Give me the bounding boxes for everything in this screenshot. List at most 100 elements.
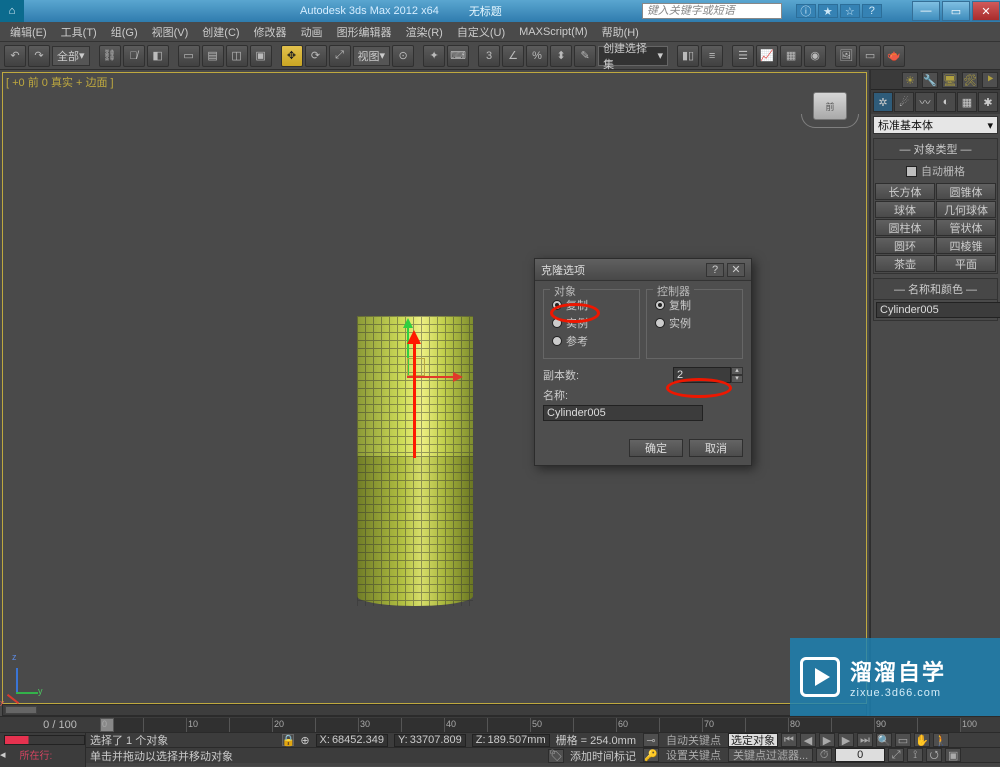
bind-icon[interactable]: ◧	[147, 45, 169, 67]
menu-modifiers[interactable]: 修改器	[248, 22, 293, 42]
category-dropdown[interactable]: 标准基本体▾	[873, 116, 998, 134]
material-icon[interactable]: ◉	[804, 45, 826, 67]
help-icon[interactable]: ?	[862, 4, 882, 18]
menu-views[interactable]: 视图(V)	[146, 22, 195, 42]
nav-max-icon[interactable]: ▣	[945, 748, 961, 762]
menu-animation[interactable]: 动画	[295, 22, 329, 42]
cancel-button[interactable]: 取消	[689, 439, 743, 457]
redo-icon[interactable]: ↷	[28, 45, 50, 67]
manipulate-icon[interactable]: ✦	[423, 45, 445, 67]
edit-named-icon[interactable]: ✎	[574, 45, 596, 67]
cylinder-object[interactable]	[357, 316, 473, 606]
btn-torus[interactable]: 圆环	[875, 237, 935, 254]
nav-orbit-icon[interactable]: ⭯	[926, 748, 942, 762]
nav-fov-icon[interactable]: ⟟	[907, 748, 923, 762]
btn-geosphere[interactable]: 几何球体	[936, 201, 996, 218]
rollout-header-name[interactable]: — 名称和颜色 —	[874, 279, 997, 300]
btn-cone[interactable]: 圆锥体	[936, 183, 996, 200]
copies-input[interactable]	[673, 367, 731, 383]
select-filter[interactable]: 全部 ▾	[52, 46, 90, 66]
goto-start-icon[interactable]: ⏮	[781, 733, 797, 747]
monitor-icon[interactable]: 🖥	[942, 72, 958, 88]
spinner-snap-icon[interactable]: ⬍	[550, 45, 572, 67]
tab-motion[interactable]: ◐	[936, 92, 956, 112]
schematic-icon[interactable]: ▦	[780, 45, 802, 67]
play-icon[interactable]: ▶	[819, 733, 835, 747]
star-icon[interactable]: ★	[818, 4, 838, 18]
autogrid-check[interactable]: 自动栅格	[874, 160, 997, 182]
goto-end-icon[interactable]: ⏭	[857, 733, 873, 747]
btn-teapot[interactable]: 茶壶	[875, 255, 935, 272]
mirror-icon[interactable]: ▮▯	[677, 45, 699, 67]
menu-rendering[interactable]: 渲染(R)	[400, 22, 449, 42]
nav-zoomall-icon[interactable]: ⤢	[888, 748, 904, 762]
ref-coord[interactable]: 视图 ▾	[353, 46, 391, 66]
object-name-input[interactable]	[876, 302, 1000, 318]
render-frame-icon[interactable]: ▭	[859, 45, 881, 67]
help-search[interactable]: 键入关键字或短语	[642, 3, 782, 19]
tab-hierarchy[interactable]: 〰	[915, 92, 935, 112]
curve-editor-icon[interactable]: 📈	[756, 45, 778, 67]
minimize-button[interactable]: —	[912, 1, 940, 21]
radio-ctrl-instance[interactable]: 实例	[655, 314, 734, 332]
app-logo[interactable]: ⌂	[0, 0, 24, 22]
unlink-icon[interactable]: ⛓̸	[123, 45, 145, 67]
time-slider-track[interactable]: 0102030405060708090100	[100, 718, 960, 732]
window-crossing-icon[interactable]: ▣	[250, 45, 272, 67]
rollout-header[interactable]: — 对象类型 —	[874, 139, 997, 160]
lock-icon[interactable]: 🔒	[282, 734, 294, 746]
scale-icon[interactable]: ⤢	[329, 45, 351, 67]
percent-snap-icon[interactable]: %	[526, 45, 548, 67]
dialog-help-button[interactable]: ?	[706, 263, 724, 277]
tag-icon[interactable]: 🏷	[548, 749, 564, 763]
setkey-icon[interactable]: 🔑	[643, 748, 659, 762]
ok-button[interactable]: 确定	[629, 439, 683, 457]
expand-icon[interactable]: ⯈	[982, 72, 998, 88]
btn-tube[interactable]: 管状体	[936, 219, 996, 236]
named-sel-set[interactable]: 创建选择集▾	[598, 46, 668, 66]
next-frame-icon[interactable]: ▶	[838, 733, 854, 747]
close-button[interactable]: ✕	[972, 1, 1000, 21]
btn-sphere[interactable]: 球体	[875, 201, 935, 218]
info-icon[interactable]: ⓘ	[796, 4, 816, 18]
rotate-icon[interactable]: ⟳	[305, 45, 327, 67]
key-icon[interactable]: ⊸	[643, 733, 659, 747]
tab-display[interactable]: ▦	[957, 92, 977, 112]
render-setup-icon[interactable]: 🖼	[835, 45, 857, 67]
coord-icon[interactable]: ⊕	[300, 734, 309, 747]
menu-maxscript[interactable]: MAXScript(M)	[513, 24, 593, 40]
select-name-icon[interactable]: ▤	[202, 45, 224, 67]
undo-icon[interactable]: ↶	[4, 45, 26, 67]
prev-frame-icon[interactable]: ◀	[800, 733, 816, 747]
menu-create[interactable]: 创建(C)	[196, 22, 245, 42]
nav-region-icon[interactable]: ▭	[895, 733, 911, 747]
clone-name-input[interactable]	[543, 405, 703, 421]
tab-modify[interactable]: ☄	[894, 92, 914, 112]
menu-tools[interactable]: 工具(T)	[55, 22, 103, 42]
timeline[interactable]: 0 / 100 0102030405060708090100	[0, 717, 1000, 733]
keyboard-icon[interactable]: ⌨	[447, 45, 469, 67]
menu-edit[interactable]: 编辑(E)	[4, 22, 53, 42]
star-icon[interactable]: ☆	[840, 4, 860, 18]
select-region-icon[interactable]: ◫	[226, 45, 248, 67]
move-icon[interactable]: ✥	[281, 45, 303, 67]
menu-help[interactable]: 帮助(H)	[596, 22, 645, 42]
select-icon[interactable]: ▭	[178, 45, 200, 67]
copies-spinner[interactable]: ▴▾	[673, 367, 743, 383]
layer-icon[interactable]: ☰	[732, 45, 754, 67]
pivot-icon[interactable]: ⊙	[392, 45, 414, 67]
spin-down-icon[interactable]: ▾	[731, 375, 743, 383]
wrench-icon[interactable]: 🔧	[922, 72, 938, 88]
radio-instance[interactable]: 实例	[552, 314, 631, 332]
link-icon[interactable]: ⛓	[99, 45, 121, 67]
sun-icon[interactable]: ☀	[902, 72, 918, 88]
snap-icon[interactable]: 3	[478, 45, 500, 67]
menu-grapheditors[interactable]: 图形编辑器	[331, 22, 398, 42]
menu-group[interactable]: 组(G)	[105, 22, 144, 42]
tab-create[interactable]: ✲	[873, 92, 893, 112]
maximize-button[interactable]: ▭	[942, 1, 970, 21]
spin-up-icon[interactable]: ▴	[731, 367, 743, 375]
dialog-close-button[interactable]: ✕	[727, 263, 745, 277]
btn-box[interactable]: 长方体	[875, 183, 935, 200]
btn-pyramid[interactable]: 四棱锥	[936, 237, 996, 254]
